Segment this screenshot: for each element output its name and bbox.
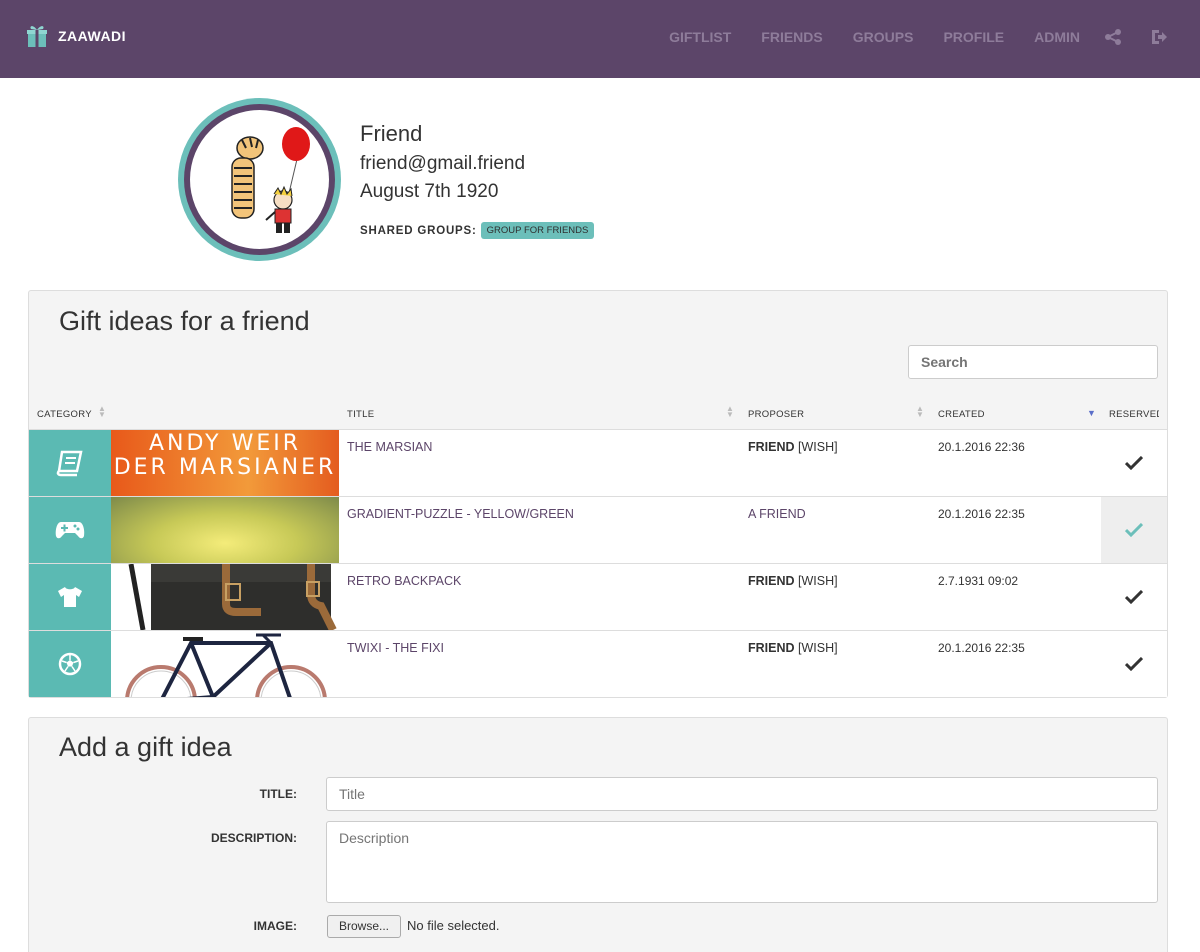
reserve-cell[interactable] xyxy=(1101,564,1167,630)
share-icon[interactable] xyxy=(1104,28,1122,46)
proposer-name: FRIEND xyxy=(748,440,795,454)
category-cell xyxy=(29,430,111,496)
sort-icon[interactable]: ▲ ▼ xyxy=(726,405,734,419)
navbar: ZAAWADI GIFTLIST FRIENDS GROUPS PROFILE … xyxy=(0,0,1200,78)
proposer: FRIEND [WISH] xyxy=(748,574,838,588)
description-label: DESCRIPTION: xyxy=(210,831,297,845)
reserve-cell[interactable] xyxy=(1101,631,1167,697)
browse-button[interactable]: Browse... xyxy=(327,915,401,938)
proposer: FRIEND [WISH] xyxy=(748,440,838,454)
proposer-note: [WISH] xyxy=(798,574,838,588)
shared-groups: SHARED GROUPS: GROUP FOR FRIENDS xyxy=(360,222,595,239)
table-row[interactable]: RETRO BACKPACK FRIEND [WISH] 2.7.1931 09… xyxy=(29,563,1167,630)
profile-name: Friend xyxy=(360,121,423,146)
gift-title-link[interactable]: THE MARSIAN xyxy=(347,440,432,454)
avatar xyxy=(178,98,341,261)
column-category[interactable]: CATEGORY xyxy=(37,409,92,420)
gift-ideas-panel: Gift ideas for a friend CATEGORY ▲▼ TITL… xyxy=(28,290,1168,698)
file-status: No file selected. xyxy=(407,918,500,933)
thumb-text: ANDY WEIR xyxy=(148,431,302,456)
reserve-cell[interactable] xyxy=(1101,497,1167,563)
gift-title-link[interactable]: TWIXI - THE FIXI xyxy=(347,641,444,655)
gift-thumbnail[interactable] xyxy=(111,631,339,697)
created-date: 20.1.2016 22:35 xyxy=(938,507,1025,521)
image-label: IMAGE: xyxy=(253,919,297,933)
add-gift-panel: Add a gift idea TITLE: DESCRIPTION: IMAG… xyxy=(28,717,1168,952)
description-input[interactable] xyxy=(326,821,1158,903)
nav-menu: GIFTLIST FRIENDS GROUPS PROFILE ADMIN xyxy=(639,29,1080,45)
tshirt-icon xyxy=(58,587,82,607)
category-cell xyxy=(29,497,111,563)
check-icon[interactable] xyxy=(1125,523,1143,537)
category-cell xyxy=(29,631,111,697)
proposer-link[interactable]: A FRIEND xyxy=(748,507,806,521)
proposer-note: [WISH] xyxy=(798,440,838,454)
brand[interactable]: ZAAWADI xyxy=(26,24,126,48)
proposer: FRIEND [WISH] xyxy=(748,641,838,655)
nav-profile[interactable]: PROFILE xyxy=(943,29,1004,45)
nav-groups[interactable]: GROUPS xyxy=(853,29,914,45)
profile-birthday: August 7th 1920 xyxy=(360,181,499,202)
table-header: CATEGORY ▲ ▼ TITLE ▲ ▼ PROPOSER ▲ ▼ CREATED… xyxy=(29,403,1167,429)
sort-desc-icon[interactable]: ▼ xyxy=(1087,409,1096,418)
table-row[interactable]: GRADIENT-PUZZLE - YELLOW/GREEN A FRIEND … xyxy=(29,496,1167,563)
gift-thumbnail[interactable]: ANDY WEIR DER MARSIANER xyxy=(111,430,339,496)
profile-email: friend@gmail.friend xyxy=(360,153,526,174)
column-reserved[interactable]: RESERVED xyxy=(1109,409,1159,420)
gift-thumbnail[interactable] xyxy=(111,497,339,563)
created-date: 2.7.1931 09:02 xyxy=(938,574,1019,588)
gift-title-link[interactable]: GRADIENT-PUZZLE - YELLOW/GREEN xyxy=(347,507,574,521)
nav-friends[interactable]: FRIENDS xyxy=(761,29,822,45)
book-icon xyxy=(56,450,83,477)
search-input[interactable] xyxy=(908,345,1158,379)
thumb-text: DER MARSIANER xyxy=(113,455,337,480)
reserve-cell[interactable] xyxy=(1101,430,1167,496)
title-label: TITLE: xyxy=(259,787,297,801)
proposer-name: FRIEND xyxy=(748,574,795,588)
check-icon[interactable] xyxy=(1125,657,1143,671)
table-row[interactable]: TWIXI - THE FIXI FRIEND [WISH] 20.1.2016… xyxy=(29,630,1167,697)
category-cell xyxy=(29,564,111,630)
created-date: 20.1.2016 22:35 xyxy=(938,641,1025,655)
gift-icon xyxy=(27,26,47,47)
avatar-illustration xyxy=(231,127,310,233)
gift-title-link[interactable]: RETRO BACKPACK xyxy=(347,574,461,588)
column-proposer[interactable]: PROPOSER xyxy=(748,409,804,420)
title-input[interactable] xyxy=(326,777,1158,811)
created-date: 20.1.2016 22:36 xyxy=(938,440,1025,454)
table-row[interactable]: ANDY WEIR DER MARSIANER THE MARSIAN FRIE… xyxy=(29,429,1167,496)
nav-admin[interactable]: ADMIN xyxy=(1034,29,1080,45)
proposer-name: FRIEND xyxy=(748,641,795,655)
brand-name: ZAAWADI xyxy=(58,28,127,44)
check-icon[interactable] xyxy=(1125,456,1143,470)
check-icon[interactable] xyxy=(1125,590,1143,604)
proposer: A FRIEND xyxy=(748,507,806,521)
column-title[interactable]: TITLE xyxy=(347,409,374,420)
soccer-ball-icon xyxy=(58,652,82,676)
add-gift-title: Add a gift idea xyxy=(59,732,232,762)
gift-ideas-title: Gift ideas for a friend xyxy=(59,306,310,336)
logout-icon[interactable] xyxy=(1150,28,1168,46)
group-badge[interactable]: GROUP FOR FRIENDS xyxy=(480,222,595,239)
sort-icon[interactable]: ▲ ▼ xyxy=(98,405,106,419)
gift-thumbnail[interactable] xyxy=(111,564,339,630)
column-created[interactable]: CREATED xyxy=(938,409,985,420)
proposer-note: [WISH] xyxy=(798,641,838,655)
sort-icon[interactable]: ▲ ▼ xyxy=(916,405,924,419)
gamepad-icon xyxy=(55,522,85,539)
nav-giftlist[interactable]: GIFTLIST xyxy=(669,29,731,45)
shared-groups-label: SHARED GROUPS: xyxy=(360,224,477,237)
